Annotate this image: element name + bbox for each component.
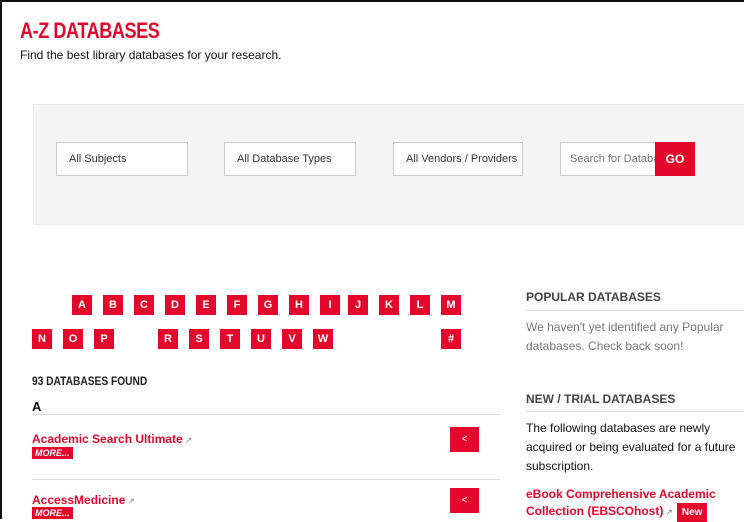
database-search-input[interactable] bbox=[560, 142, 656, 176]
divider bbox=[32, 479, 500, 480]
letter-m[interactable]: M bbox=[441, 295, 461, 315]
letter-a[interactable]: A bbox=[72, 295, 92, 315]
letter-e[interactable]: E bbox=[196, 295, 216, 315]
share-icon: < bbox=[461, 495, 468, 506]
share-button[interactable]: < bbox=[450, 488, 479, 513]
external-link-icon: ↗ bbox=[127, 496, 135, 506]
subjects-select[interactable]: All Subjects bbox=[56, 142, 188, 176]
share-button[interactable]: < bbox=[450, 427, 479, 452]
letter-t[interactable]: T bbox=[220, 329, 240, 349]
letter-l[interactable]: L bbox=[410, 295, 430, 315]
new-trial-text: The following databases are newly acquir… bbox=[526, 421, 736, 473]
divider bbox=[526, 310, 744, 311]
letter-b[interactable]: B bbox=[103, 295, 123, 315]
letter-hash[interactable]: # bbox=[441, 329, 461, 349]
letter-s[interactable]: S bbox=[189, 329, 209, 349]
letter-k[interactable]: K bbox=[379, 295, 399, 315]
database-name: AccessMedicine bbox=[32, 493, 126, 507]
database-link[interactable]: AccessMedicine ↗ bbox=[32, 493, 135, 507]
filter-panel: All Subjects All Database Types All Vend… bbox=[33, 104, 744, 225]
new-database-link[interactable]: eBook Comprehensive Academic Collection … bbox=[526, 486, 741, 522]
go-button[interactable]: GO bbox=[655, 142, 695, 176]
letter-r[interactable]: R bbox=[158, 329, 178, 349]
letter-g[interactable]: G bbox=[258, 295, 278, 315]
vendors-select[interactable]: All Vendors / Providers bbox=[393, 142, 523, 176]
divider bbox=[526, 411, 744, 412]
new-badge: New bbox=[676, 503, 708, 522]
database-name: Academic Search Ultimate bbox=[32, 432, 183, 446]
database-types-select[interactable]: All Database Types bbox=[224, 142, 356, 176]
external-link-icon: ↗ bbox=[665, 507, 673, 517]
letter-p[interactable]: P bbox=[94, 329, 114, 349]
letter-u[interactable]: U bbox=[251, 329, 271, 349]
database-link[interactable]: Academic Search Ultimate ↗ bbox=[32, 432, 192, 446]
more-button[interactable]: MORE... bbox=[32, 447, 73, 459]
more-button[interactable]: MORE... bbox=[32, 507, 73, 519]
page-subtitle: Find the best library databases for your… bbox=[20, 48, 282, 62]
letter-h[interactable]: H bbox=[289, 295, 309, 315]
letter-v[interactable]: V bbox=[282, 329, 302, 349]
new-trial-heading: NEW / TRIAL DATABASES bbox=[526, 392, 676, 406]
results-count: 93 DATABASES FOUND bbox=[32, 374, 148, 388]
section-letter: A bbox=[32, 399, 42, 414]
popular-text: We haven't yet identified any Popular da… bbox=[526, 320, 724, 353]
external-link-icon: ↗ bbox=[184, 435, 193, 445]
letter-j[interactable]: J bbox=[348, 295, 368, 315]
letter-d[interactable]: D bbox=[165, 295, 185, 315]
letter-w[interactable]: W bbox=[313, 329, 333, 349]
popular-heading: POPULAR DATABASES bbox=[526, 290, 661, 304]
letter-n[interactable]: N bbox=[32, 329, 52, 349]
share-icon: < bbox=[461, 434, 468, 445]
letter-f[interactable]: F bbox=[227, 295, 247, 315]
divider bbox=[32, 414, 500, 415]
letter-o[interactable]: O bbox=[63, 329, 83, 349]
letter-i[interactable]: I bbox=[320, 295, 340, 315]
letter-c[interactable]: C bbox=[134, 295, 154, 315]
page-title: A-Z DATABASES bbox=[20, 18, 160, 43]
